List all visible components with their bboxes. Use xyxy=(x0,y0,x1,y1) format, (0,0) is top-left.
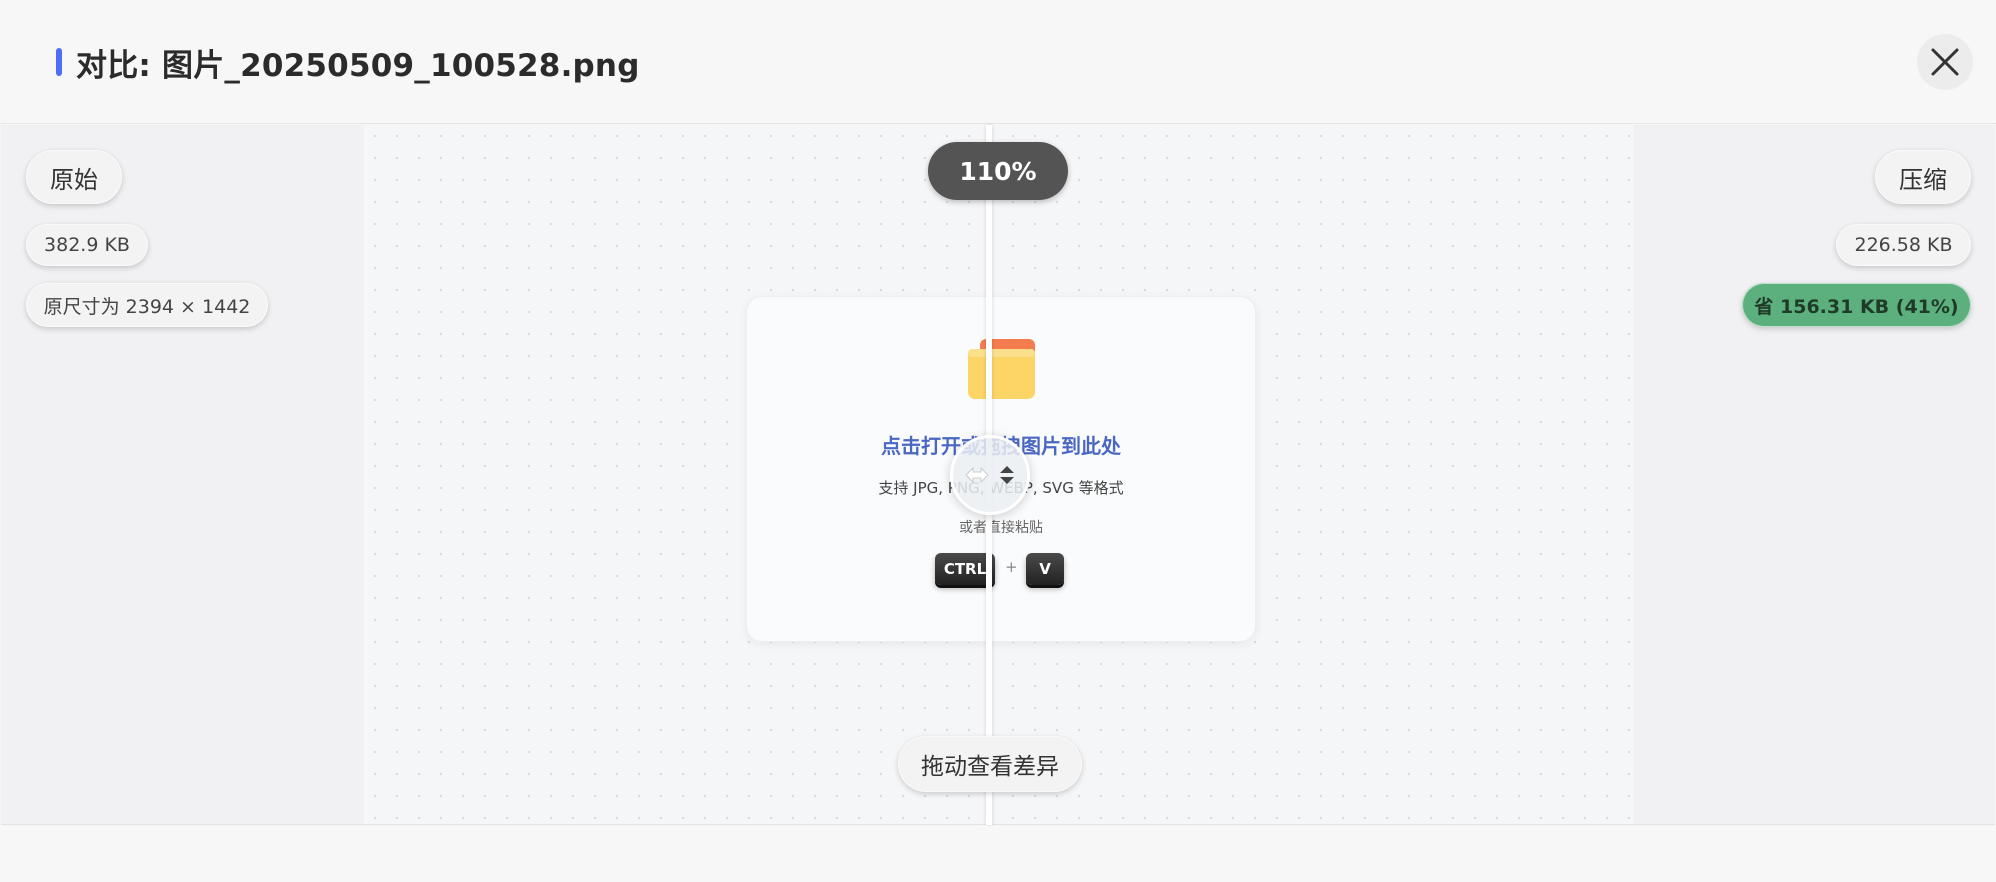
original-size-badge: 382.9 KB xyxy=(26,224,148,266)
arrows-vertical-icon xyxy=(1000,466,1014,484)
zoom-level-badge[interactable]: 110% xyxy=(928,142,1068,200)
original-label: 原始 xyxy=(26,150,122,204)
dialog-title: 对比: 图片_20250509_100528.png xyxy=(76,48,640,84)
drag-hint-badge: 拖动查看差异 xyxy=(898,736,1082,792)
title-accent-bar xyxy=(56,48,62,76)
folder-icon xyxy=(968,339,1035,399)
close-button[interactable] xyxy=(1917,34,1973,90)
dialog-footer xyxy=(0,826,1996,882)
savings-badge: 省 156.31 KB (41%) xyxy=(1742,283,1971,327)
close-icon xyxy=(1931,48,1959,76)
key-v: V xyxy=(1026,553,1064,585)
dialog-header: 对比: 图片_20250509_100528.png xyxy=(0,0,1996,124)
compressed-label: 压缩 xyxy=(1875,150,1971,204)
original-dimensions-badge: 原尺寸为 2394 × 1442 xyxy=(26,283,268,327)
arrows-horizontal-icon xyxy=(965,466,989,484)
compare-slider-handle[interactable] xyxy=(950,435,1030,515)
compressed-size-badge: 226.58 KB xyxy=(1836,224,1971,266)
dropzone-paste-hint: 或者直接粘贴 xyxy=(959,520,1043,536)
key-plus: + xyxy=(1005,558,1018,576)
